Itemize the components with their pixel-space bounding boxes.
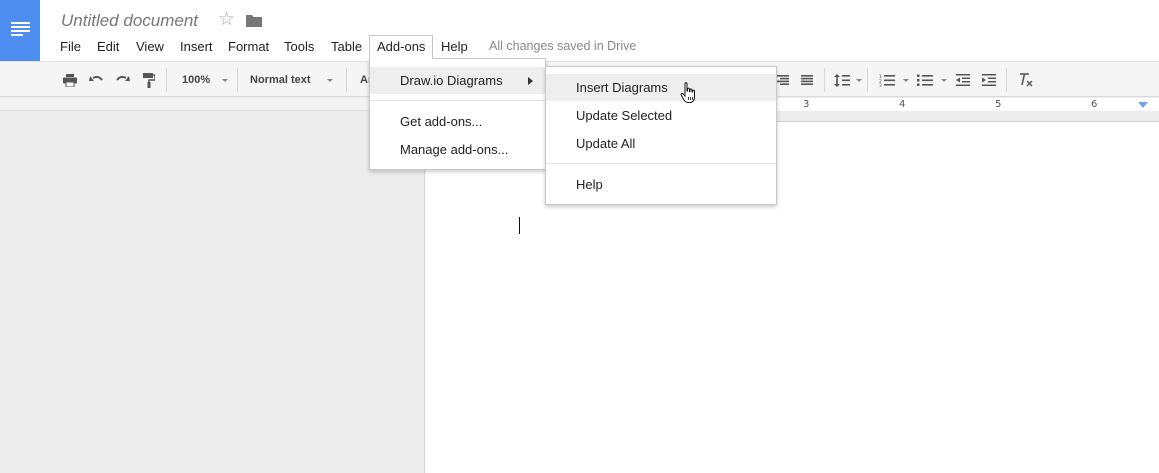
zoom-select[interactable]: 100% [176,62,232,98]
svg-text:3: 3 [879,83,882,87]
chevron-down-icon [856,79,862,82]
menu-file[interactable]: File [53,35,88,59]
submenu-arrow-icon [528,77,533,85]
redo-button[interactable] [113,62,131,98]
print-icon [63,73,77,87]
folder-icon[interactable] [246,14,262,27]
style-select[interactable]: Normal text [244,62,340,98]
decrease-indent-button[interactable] [954,62,972,98]
drawio-submenu: Insert Diagrams Update Selected Update A… [545,66,777,205]
menu-item-drawio-diagrams[interactable]: Draw.io Diagrams [370,67,545,94]
paint-format-button[interactable] [140,62,158,98]
menu-view[interactable]: View [129,35,171,59]
align-right-icon [777,75,789,85]
menu-tools[interactable]: Tools [277,35,321,59]
font-select[interactable]: Ar [354,62,372,98]
menu-insert[interactable]: Insert [173,35,220,59]
hand-pointer-icon [680,82,695,103]
print-button[interactable] [61,62,79,98]
clear-formatting-button[interactable] [1015,62,1035,98]
chevron-down-icon [941,79,947,82]
menu-item-help[interactable]: Help [546,171,776,198]
ruler-number: 5 [995,99,1002,110]
document-title[interactable]: Untitled document [61,11,198,31]
decrease-indent-icon [956,74,970,86]
document-page[interactable] [424,121,1159,473]
menu-help[interactable]: Help [434,35,475,59]
increase-indent-button[interactable] [980,62,998,98]
ruler-number: 4 [899,99,906,110]
undo-button[interactable] [87,62,105,98]
docs-logo-icon[interactable] [0,0,40,61]
numbered-list-button[interactable]: 1 2 3 [877,62,911,98]
star-icon[interactable]: ☆ [218,10,235,30]
clear-formatting-icon [1020,73,1033,87]
style-value: Normal text [250,74,311,86]
zoom-value: 100% [182,74,211,86]
menu-table[interactable]: Table [324,35,369,59]
menu-item-manage-add-ons[interactable]: Manage add-ons... [370,136,545,163]
chevron-down-icon [903,79,909,82]
align-right-button[interactable] [776,62,790,98]
save-status[interactable]: All changes saved in Drive [489,39,636,53]
right-indent-marker[interactable] [1138,102,1148,108]
chevron-down-icon [327,79,333,82]
undo-icon [88,75,103,81]
add-ons-menu: Draw.io Diagrams Get add-ons... Manage a… [369,58,546,170]
bulleted-list-button[interactable] [915,62,949,98]
line-spacing-button[interactable] [832,62,862,98]
menu-format[interactable]: Format [221,35,276,59]
ruler-number: 6 [1091,99,1098,110]
increase-indent-icon [982,74,996,86]
menu-item-get-add-ons[interactable]: Get add-ons... [370,108,545,135]
menu-item-update-all[interactable]: Update All [546,130,776,157]
align-justify-icon [801,75,813,85]
menu-add-ons[interactable]: Add-ons [369,35,434,59]
menu-edit[interactable]: Edit [90,35,126,59]
redo-icon [115,75,130,81]
line-spacing-icon [834,73,850,87]
ruler-number: 3 [803,99,810,110]
menu-item-insert-diagrams[interactable]: Insert Diagrams [546,74,776,101]
text-caret [519,217,520,234]
app-header: Untitled document ☆ File Edit View Inser… [0,0,1159,61]
numbered-list-icon: 1 2 3 [879,74,895,87]
chevron-down-icon [222,79,228,82]
bulleted-list-icon [917,74,933,86]
menu-item-label: Draw.io Diagrams [400,73,503,88]
align-justify-button[interactable] [799,62,815,98]
paint-roller-icon [143,72,155,88]
menu-item-update-selected[interactable]: Update Selected [546,102,776,129]
